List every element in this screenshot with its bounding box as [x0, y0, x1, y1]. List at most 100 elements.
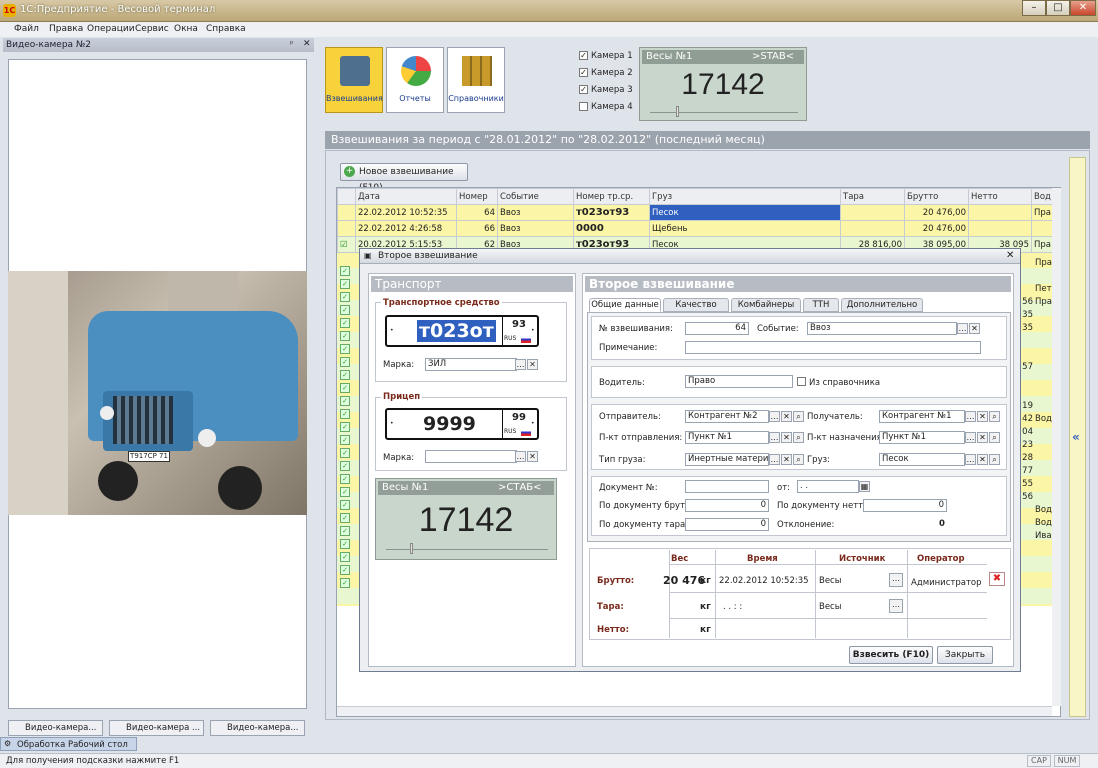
sender-label: Отправитель: — [599, 412, 661, 422]
receiver-input[interactable]: Контрагент №1 — [879, 410, 965, 423]
close-dialog-button[interactable]: Закрыть — [937, 646, 993, 664]
new-weighing-button[interactable]: + Новое взвешивание (F10) — [340, 163, 468, 193]
tare-source-select-button[interactable]: … — [889, 599, 903, 613]
table-vscroll[interactable] — [1052, 188, 1061, 706]
menu-edit[interactable]: Правка — [49, 24, 83, 34]
cargo-type-search-icon[interactable]: ⌕ — [793, 454, 804, 465]
tab-ttn[interactable]: ТТН — [803, 298, 839, 312]
receiver-search-icon[interactable]: ⌕ — [989, 411, 1000, 422]
vehicle-plate-region: 93 — [512, 319, 526, 330]
to-point-input[interactable]: Пункт №1 — [879, 431, 965, 444]
close-button[interactable]: ✕ — [1070, 0, 1096, 16]
menu-file[interactable]: Файл — [14, 24, 39, 34]
tab-combiners[interactable]: Комбайнеры — [731, 298, 801, 312]
trailer-brand-input[interactable] — [425, 450, 517, 463]
table-row[interactable]: 22.02.2012 4:26:58 66 Ввоз 0000 Щебень 20 476… — [337, 220, 1061, 237]
menu-operations[interactable]: Операции — [87, 24, 135, 34]
gross-source-select-button[interactable]: … — [889, 573, 903, 587]
trailer-brand-clear-icon[interactable]: ✕ — [527, 451, 538, 462]
cargo-input[interactable]: Песок — [879, 453, 965, 466]
from-point-search-icon[interactable]: ⌕ — [793, 432, 804, 443]
sender-select-button[interactable]: … — [769, 411, 780, 422]
panel-close-icon[interactable]: ✕ — [303, 39, 311, 49]
receiver-clear-icon[interactable]: ✕ — [977, 411, 988, 422]
cargo-type-clear-icon[interactable]: ✕ — [781, 454, 792, 465]
menu-service[interactable]: Сервис — [135, 24, 169, 34]
doc-tare-input[interactable]: 0 — [685, 518, 769, 531]
camera-tab-2[interactable]: Видео-камера ... — [109, 720, 204, 736]
minimize-button[interactable]: – — [1022, 0, 1046, 16]
number-input[interactable]: 64 — [685, 322, 749, 335]
trailer-plate-region: 99 — [512, 412, 526, 423]
delete-gross-icon[interactable]: ✖ — [989, 572, 1005, 586]
table-hscroll[interactable] — [337, 706, 1052, 716]
col-net[interactable]: Нетто — [968, 188, 1032, 205]
tab-quality[interactable]: Качество — [663, 298, 729, 312]
dialog-title: Второе взвешивание — [378, 251, 478, 261]
calendar-icon[interactable]: ▦ — [859, 481, 870, 492]
col-vehicle[interactable]: Номер тр.ср. — [573, 188, 650, 205]
note-label: Примечание: — [599, 343, 658, 353]
to-point-clear-icon[interactable]: ✕ — [977, 432, 988, 443]
menu-windows[interactable]: Окна — [174, 24, 198, 34]
references-button[interactable]: Справочники — [447, 47, 505, 113]
maximize-button[interactable]: □ — [1046, 0, 1070, 16]
col-tare[interactable]: Тара — [840, 188, 905, 205]
col-gross[interactable]: Брутто — [904, 188, 969, 205]
from-point-input[interactable]: Пункт №1 — [685, 431, 769, 444]
col-event[interactable]: Событие — [497, 188, 574, 205]
camera-1-checkbox[interactable]: ✓ — [579, 51, 588, 60]
cargo-search-icon[interactable]: ⌕ — [989, 454, 1000, 465]
sender-input[interactable]: Контрагент №2 — [685, 410, 769, 423]
document-date-input[interactable]: . . — [797, 480, 859, 493]
to-point-search-icon[interactable]: ⌕ — [989, 432, 1000, 443]
taskbar-item[interactable]: ⚙ Обработка Рабочий стол — [0, 737, 137, 751]
document-input[interactable] — [685, 480, 769, 493]
event-select-button[interactable]: … — [957, 323, 968, 334]
camera-4-checkbox[interactable] — [579, 102, 588, 111]
collapse-arrow-icon[interactable]: « — [1072, 430, 1080, 444]
trailer-brand-select-button[interactable]: … — [515, 451, 526, 462]
list-header: Взвешивания за период с "28.01.2012" по … — [325, 131, 1090, 149]
pin-icon[interactable]: ᵖ — [290, 39, 293, 48]
receiver-select-button[interactable]: … — [965, 411, 976, 422]
to-point-select-button[interactable]: … — [965, 432, 976, 443]
weighings-button[interactable]: Взвешивания — [325, 47, 383, 113]
brand-clear-icon[interactable]: ✕ — [527, 359, 538, 370]
cargo-clear-icon[interactable]: ✕ — [977, 454, 988, 465]
doc-gross-input[interactable]: 0 — [685, 499, 769, 512]
camera-tab-1[interactable]: Видео-камера... — [8, 720, 103, 736]
col-number[interactable]: Номер — [456, 188, 498, 205]
tab-general[interactable]: Общие данные — [589, 298, 661, 312]
tab-additional[interactable]: Дополнительно — [841, 298, 923, 312]
reports-button[interactable]: Отчеты — [386, 47, 444, 113]
camera-2-checkbox[interactable]: ✓ — [579, 68, 588, 77]
col-date[interactable]: Дата — [355, 188, 457, 205]
doc-net-input[interactable]: 0 — [863, 499, 947, 512]
cargo-type-select-button[interactable]: … — [769, 454, 780, 465]
table-row[interactable]: 22.02.2012 10:52:35 64 Ввоз т023от93 Песок 20… — [337, 204, 1061, 221]
note-input[interactable] — [685, 341, 981, 354]
cargo-type-input[interactable]: Инертные материал — [685, 453, 769, 466]
event-clear-icon[interactable]: ✕ — [969, 323, 980, 334]
dialog-scale-slider[interactable] — [410, 543, 413, 554]
sender-clear-icon[interactable]: ✕ — [781, 411, 792, 422]
from-point-select-button[interactable]: … — [769, 432, 780, 443]
camera-tab-3[interactable]: Видео-камера... — [210, 720, 305, 736]
vehicle-plate[interactable]: • т023от 93 RUS • — [385, 315, 539, 347]
col-cargo[interactable]: Груз — [649, 188, 841, 205]
menu-help[interactable]: Справка — [206, 24, 246, 34]
driver-input[interactable]: Право — [685, 375, 793, 388]
cargo-select-button[interactable]: … — [965, 454, 976, 465]
from-reference-checkbox[interactable] — [797, 377, 806, 386]
event-input[interactable]: Ввоз — [807, 322, 957, 335]
dialog-close-icon[interactable]: ✕ — [1006, 250, 1014, 261]
trailer-plate[interactable]: • 9999 99 RUS • — [385, 408, 539, 440]
scale-slider[interactable] — [676, 106, 679, 117]
camera-3-checkbox[interactable]: ✓ — [579, 85, 588, 94]
weigh-button[interactable]: Взвесить (F10) — [849, 646, 933, 664]
from-point-clear-icon[interactable]: ✕ — [781, 432, 792, 443]
brand-select-button[interactable]: … — [515, 359, 526, 370]
sender-search-icon[interactable]: ⌕ — [793, 411, 804, 422]
brand-input[interactable]: ЗИЛ — [425, 358, 517, 371]
